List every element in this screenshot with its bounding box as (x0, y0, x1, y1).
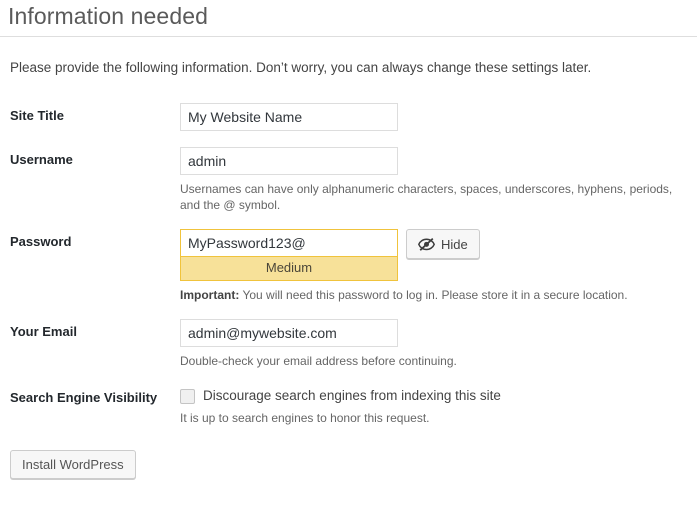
hide-password-button[interactable]: Hide (406, 229, 480, 259)
password-strength-indicator: Medium (180, 257, 398, 281)
password-cell: Medium Hide (180, 221, 697, 311)
email-input[interactable] (180, 319, 398, 347)
form-row-password: Password Medium (0, 221, 697, 311)
discourage-search-engines-checkbox[interactable] (180, 389, 195, 404)
password-input[interactable] (180, 229, 398, 257)
site-title-label: Site Title (10, 108, 64, 123)
intro-text: Please provide the following information… (10, 60, 592, 75)
password-note-strong: Important: (180, 288, 240, 302)
email-label: Your Email (10, 324, 77, 339)
search-visibility-description: It is up to search engines to honor this… (180, 411, 430, 425)
email-cell: Double-check your email address before c… (180, 311, 697, 377)
discourage-search-engines-label: Discourage search engines from indexing … (203, 388, 501, 403)
password-note: Important: You will need this password t… (180, 287, 675, 303)
site-title-cell (180, 95, 697, 139)
email-description: Double-check your email address before c… (180, 354, 457, 368)
username-cell: Usernames can have only alphanumeric cha… (180, 139, 697, 221)
username-description: Usernames can have only alphanumeric cha… (180, 182, 673, 212)
form-row-username: Username Usernames can have only alphanu… (0, 139, 697, 221)
form-row-search-visibility: Search Engine Visibility Discourage sear… (0, 377, 697, 434)
password-control-group: Medium Hide (180, 229, 687, 281)
password-field-column: Medium (180, 229, 398, 281)
search-visibility-cell: Discourage search engines from indexing … (180, 377, 697, 434)
eye-off-icon (417, 237, 436, 252)
submit-row: Install WordPress (0, 434, 697, 479)
page-title: Information needed (8, 3, 208, 29)
form-row-site-title: Site Title (0, 95, 697, 139)
password-note-text: You will need this password to log in. P… (239, 288, 628, 302)
hide-password-label: Hide (441, 236, 468, 252)
site-title-input[interactable] (180, 103, 398, 131)
setup-form: Site Title Username Usernames can have o… (0, 95, 697, 434)
form-row-email: Your Email Double-check your email addre… (0, 311, 697, 377)
password-label: Password (10, 234, 72, 249)
username-label: Username (10, 152, 73, 167)
install-page: Information needed Please provide the fo… (0, 0, 697, 519)
install-wordpress-button[interactable]: Install WordPress (10, 450, 136, 479)
discourage-search-engines-row[interactable]: Discourage search engines from indexing … (180, 385, 687, 404)
username-input[interactable] (180, 147, 398, 175)
search-visibility-label: Search Engine Visibility (10, 390, 158, 405)
